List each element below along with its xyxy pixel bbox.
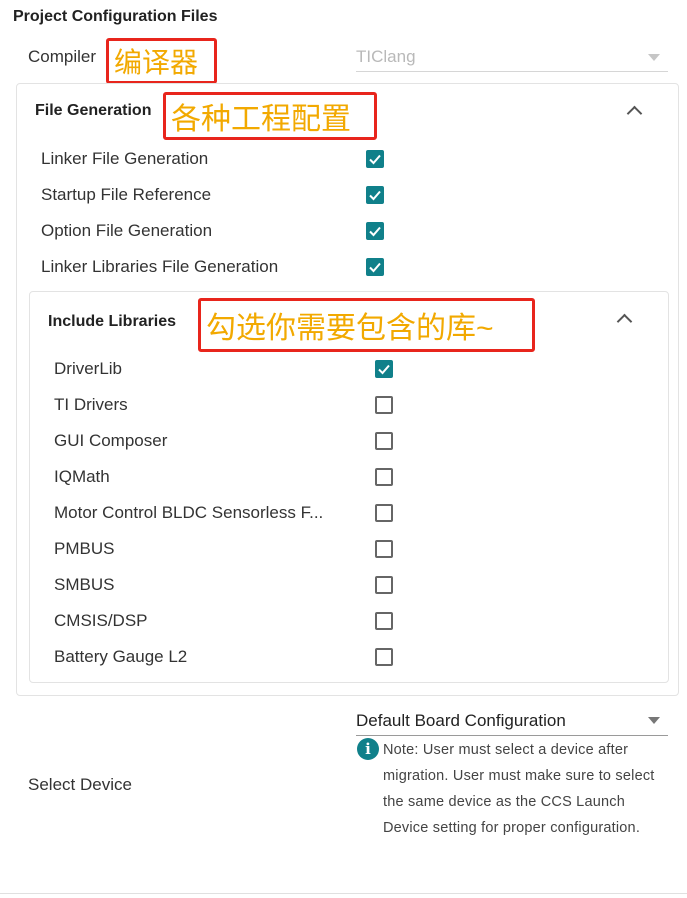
compiler-value: TIClang [356,47,416,66]
file-generation-collapse-button[interactable] [624,104,644,122]
include-libraries-item-label: TI Drivers [54,395,128,414]
include-libraries-item-checkbox[interactable] [375,648,393,666]
include-libraries-item-label: Battery Gauge L2 [54,647,188,666]
bottom-divider [0,893,687,894]
check-icon [378,364,390,375]
include-libraries-item-label: Motor Control BLDC Sensorless F... [54,503,324,522]
file-generation-item-checkbox[interactable] [366,186,384,204]
include-libraries-item-label: CMSIS/DSP [54,611,148,630]
file-generation-annotation-text: 各种工程配置 [171,103,351,136]
include-libraries-item-checkbox[interactable] [375,576,393,594]
file-generation-item-label: Option File Generation [41,221,213,240]
include-libraries-item-checkbox[interactable] [375,612,393,630]
compiler-label: Compiler [28,47,97,66]
file-generation-item-checkbox[interactable] [366,150,384,168]
include-libraries-item-label: PMBUS [54,539,115,558]
file-generation-item-label: Linker File Generation [41,149,209,168]
include-libraries-item-checkbox[interactable] [375,468,393,486]
include-libraries-item-label: DriverLib [54,359,123,378]
caret-down-icon [648,717,660,724]
include-libraries-item-label: SMBUS [54,575,115,594]
compiler-annotation: 编译器 [106,38,217,84]
compiler-annotation-text: 编译器 [114,47,199,78]
check-icon [369,262,381,273]
include-libraries-item-checkbox[interactable] [375,540,393,558]
include-libraries-item-checkbox[interactable] [375,504,393,522]
include-libraries-item-checkbox[interactable] [375,360,393,378]
include-libraries-title: Include Libraries [48,313,177,330]
include-libraries-annotation-text: 勾选你需要包含的库~ [206,312,494,345]
include-libraries-item-label: GUI Composer [54,431,168,450]
include-libraries-item-checkbox[interactable] [375,396,393,414]
include-libraries-annotation: 勾选你需要包含的库~ [198,298,535,352]
board-configuration-value: Default Board Configuration [356,711,566,730]
include-libraries-item-label: IQMath [54,467,110,486]
file-generation-item-checkbox[interactable] [366,222,384,240]
file-generation-title: File Generation [35,102,152,119]
file-generation-item-label: Linker Libraries File Generation [41,257,279,276]
file-generation-annotation: 各种工程配置 [163,92,377,140]
file-generation-item-checkbox[interactable] [366,258,384,276]
include-libraries-collapse-button[interactable] [614,312,634,330]
device-note: Note: User must select a device after mi… [383,742,655,836]
include-libraries-item-checkbox[interactable] [375,432,393,450]
check-icon [369,226,381,237]
file-generation-item-label: Startup File Reference [41,185,212,204]
caret-down-icon [648,54,660,61]
info-icon: i [357,738,379,760]
check-icon [369,154,381,165]
compiler-select[interactable]: TIClang [356,45,668,72]
section-title: Project Configuration Files [13,8,218,25]
board-configuration-select[interactable]: Default Board Configuration [356,709,668,736]
check-icon [369,190,381,201]
select-device-label: Select Device [28,775,132,794]
